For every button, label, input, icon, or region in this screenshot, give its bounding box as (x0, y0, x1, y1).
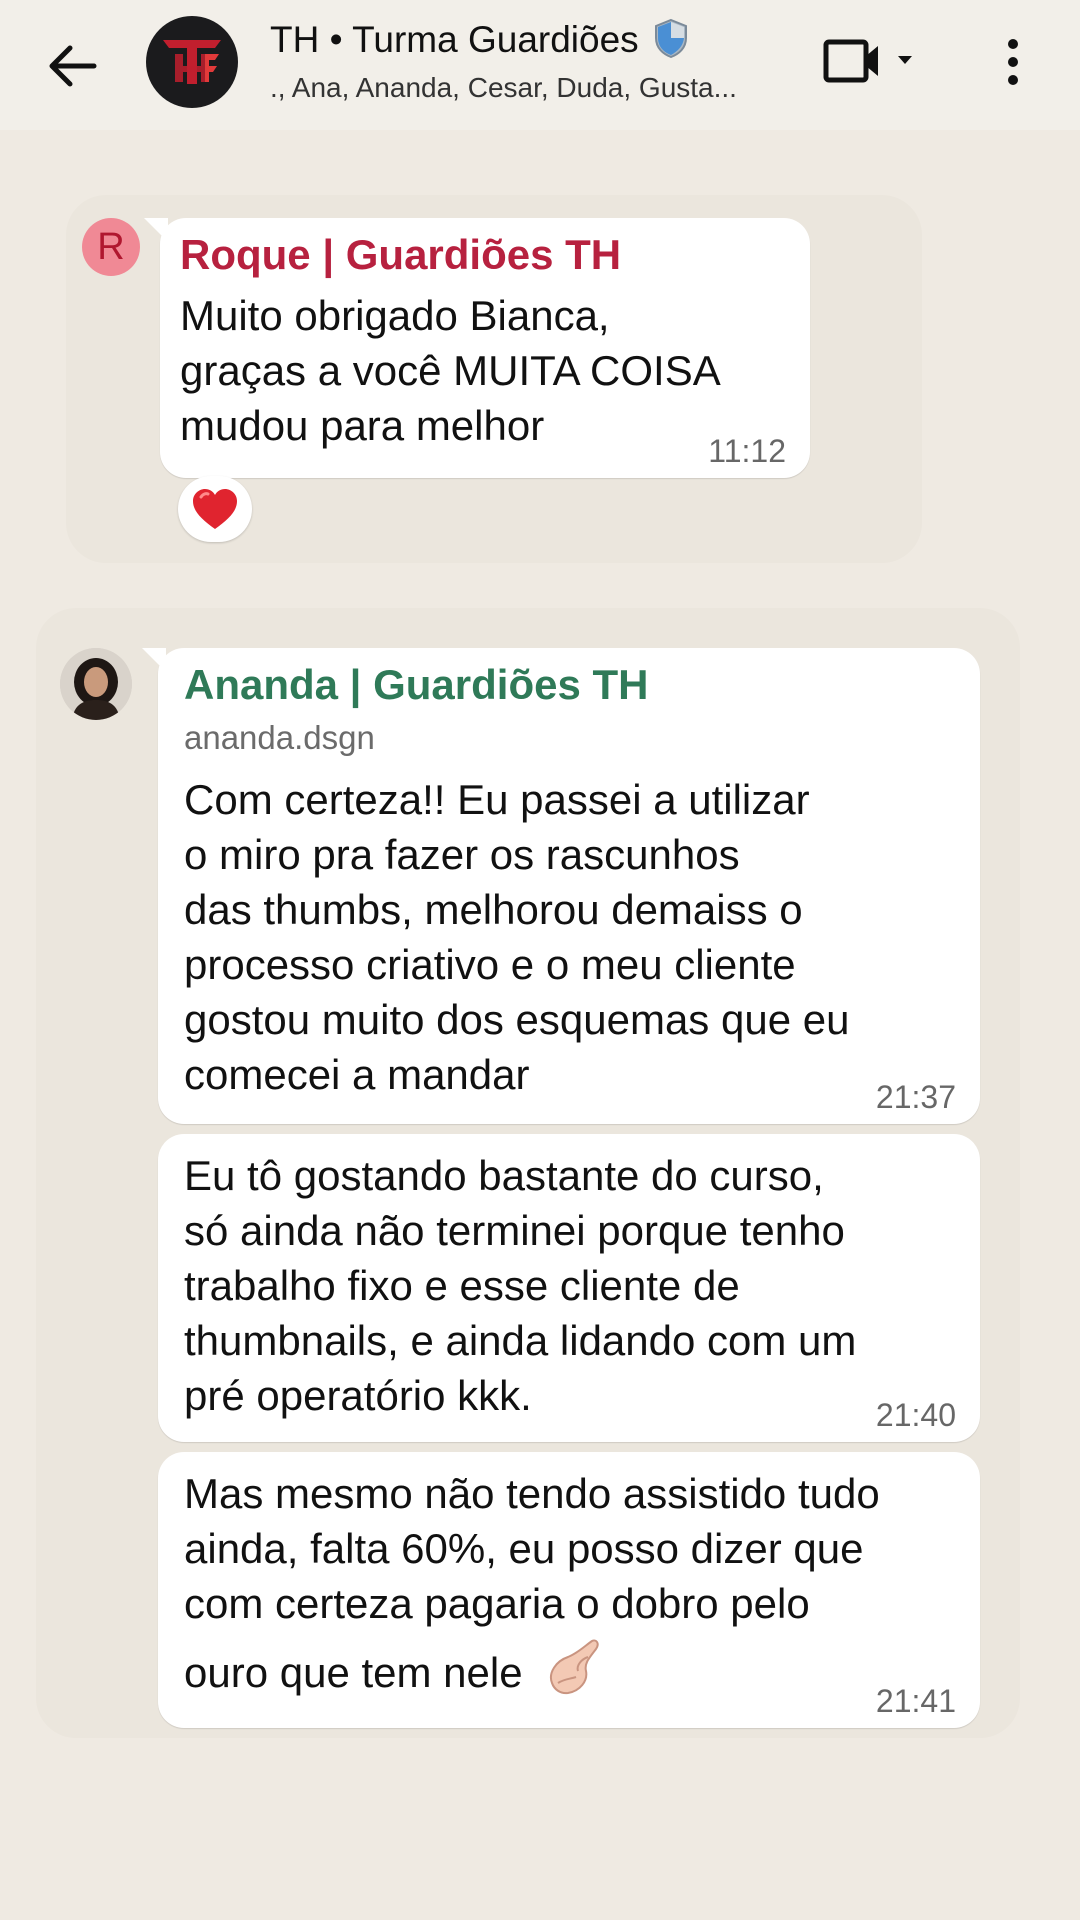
bubble-tail (142, 648, 166, 672)
message-bubble[interactable]: Roque | Guardiões TH Muito obrigado Bian… (144, 218, 810, 478)
sender-name: Roque | Guardiões TH (180, 231, 622, 278)
group-members: ., Ana, Ananda, Cesar, Duda, Gusta... (270, 72, 737, 103)
message-time: 21:41 (875, 1683, 956, 1719)
pinched-fingers-icon (550, 1639, 599, 1695)
arrow-left-icon (49, 45, 97, 87)
message-bubble[interactable]: Eu tô gostando bastante do curso, só ain… (158, 1134, 980, 1442)
video-call-button[interactable] (822, 36, 914, 88)
message-bubble[interactable]: Ananda | Guardiões TH ananda.dsgn Com ce… (142, 648, 980, 1124)
chat-header: TH • Turma Guardiões ., Ana, Ananda, Ces… (0, 0, 1080, 130)
sender-name: Ananda | Guardiões TH (184, 661, 649, 708)
avatar[interactable] (60, 648, 132, 720)
message-time: 21:37 (875, 1079, 956, 1115)
bubble-tail (144, 218, 168, 242)
heart-icon (193, 489, 237, 529)
video-camera-icon (823, 39, 912, 83)
shield-icon (654, 18, 687, 59)
chat-title-area[interactable]: TH • Turma Guardiões ., Ana, Ananda, Ces… (270, 18, 790, 106)
profile-photo-icon (60, 648, 132, 720)
group-avatar[interactable] (146, 16, 238, 108)
message-text: Muito obrigado Bianca, graças a você MUI… (180, 292, 721, 449)
more-vert-icon (1008, 39, 1018, 85)
message-bubble[interactable]: Mas mesmo não tendo assistido tudo ainda… (158, 1452, 980, 1728)
th-logo-icon (163, 40, 221, 84)
message-time: 21:40 (875, 1397, 956, 1433)
message-time: 11:12 (708, 433, 786, 469)
sender-username: ananda.dsgn (184, 719, 375, 756)
message-text: Com certeza!! Eu passei a utilizar o mir… (184, 776, 850, 1098)
reaction-badge[interactable] (178, 476, 252, 542)
avatar[interactable]: R (82, 218, 140, 276)
group-title: TH • Turma Guardiões (270, 18, 790, 62)
more-options-button[interactable] (995, 36, 1031, 88)
back-button[interactable] (44, 36, 104, 96)
message-text: Eu tô gostando bastante do curso, só ain… (184, 1152, 857, 1419)
message-text: Mas mesmo não tendo assistido tudo ainda… (184, 1470, 880, 1696)
